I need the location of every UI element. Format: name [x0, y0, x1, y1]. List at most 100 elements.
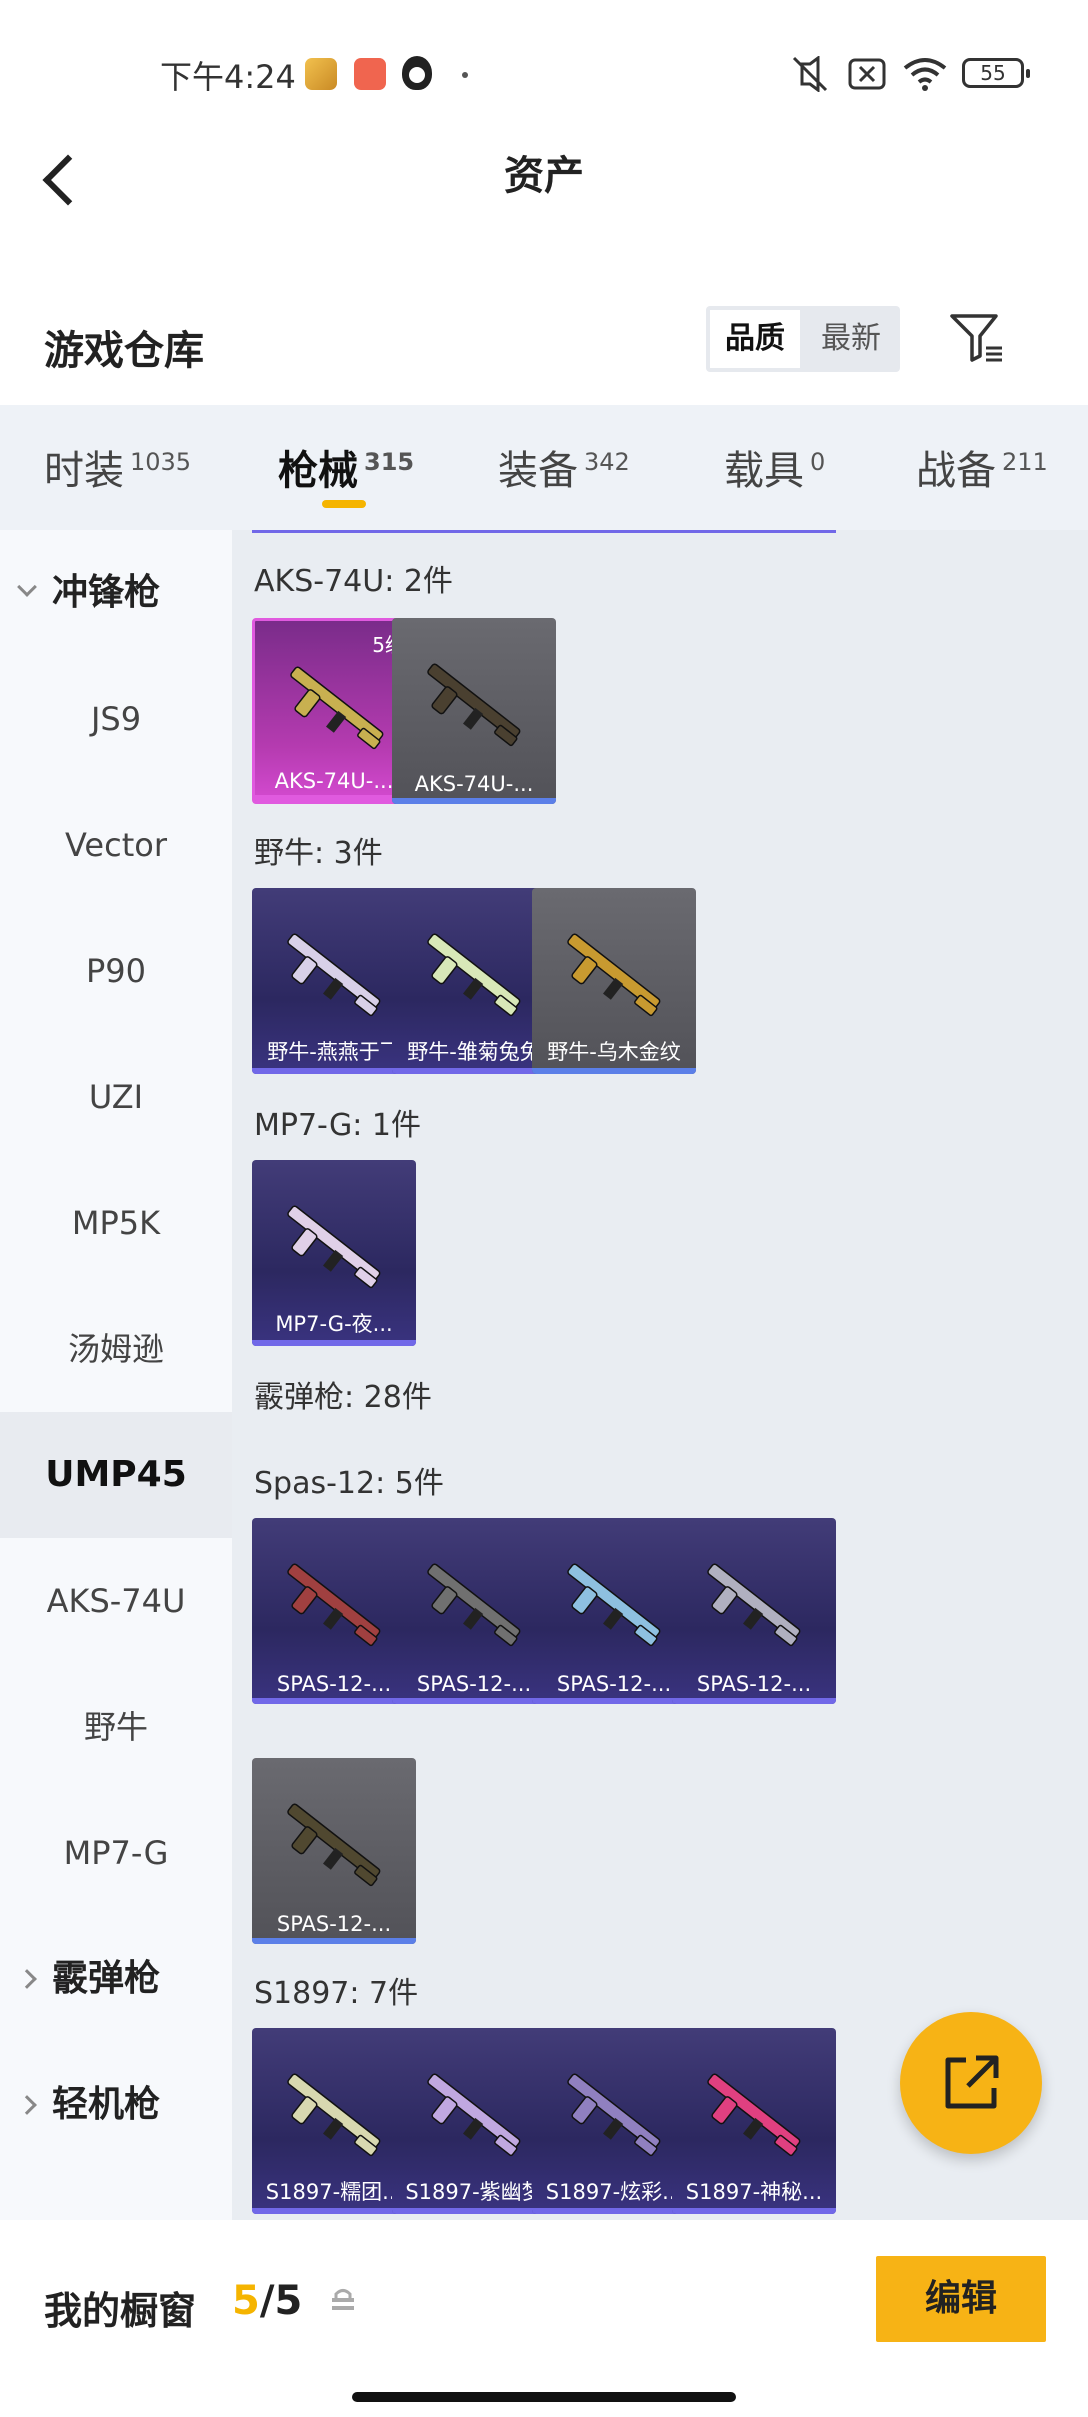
section-title: S1897: 7件	[254, 1976, 419, 2011]
weapon-name: MP7-G-夜...	[275, 1312, 393, 1336]
sidebar-item-label: 霰弹枪	[52, 1958, 161, 1999]
section-title: MP7-G: 1件	[254, 1108, 421, 1143]
card-edge	[672, 530, 836, 533]
rarity-bar	[672, 1698, 836, 1704]
weapon-sidebar: 冲锋枪 JS9 Vector P90 UZI MP5K 汤姆逊 UMP45 AKS-74U 野牛 M…	[0, 530, 232, 2220]
weapon-name: SPAS-12-...	[696, 1672, 812, 1696]
weapon-card[interactable]: AKS-74U-...	[392, 618, 556, 804]
sidebar-item[interactable]: MP5K	[0, 1160, 232, 1286]
weapon-name: AKS-74U-...	[274, 769, 394, 793]
section-title: 野牛: 3件	[254, 836, 383, 871]
filter-icon[interactable]	[948, 312, 1004, 364]
sidebar-item-label: JS9	[90, 700, 142, 738]
weapon-card[interactable]: 野牛-乌木金纹	[532, 888, 696, 1074]
wifi-icon	[903, 58, 947, 91]
sidebar-item-label: MP7-G	[63, 1834, 169, 1872]
section-title: 霰弹枪: 28件	[254, 1380, 432, 1415]
weapon-image	[287, 1803, 381, 1887]
tab-label: 装备	[498, 448, 578, 494]
external-link-icon	[945, 2055, 999, 2109]
weapon-image	[427, 2073, 521, 2157]
lock-icon	[332, 2289, 354, 2310]
active-tab-indicator	[322, 500, 366, 508]
page-title: 资产	[504, 153, 584, 199]
sidebar-item-label: 野牛	[83, 1708, 148, 1746]
tab-firearms[interactable]: 枪械 315	[278, 438, 414, 496]
rarity-bar	[252, 1938, 416, 1944]
tab-count: 0	[810, 448, 826, 476]
sort-newest-option[interactable]: 最新	[806, 310, 896, 368]
sidebar-item[interactable]: UMP45	[0, 1412, 232, 1538]
game-app-icon	[305, 58, 337, 90]
showcase-total: 5	[274, 2278, 303, 2324]
sort-quality-option[interactable]: 品质	[710, 310, 800, 368]
edit-button[interactable]: 编辑	[876, 2256, 1046, 2342]
home-indicator[interactable]	[352, 2392, 736, 2402]
share-button[interactable]	[900, 2012, 1042, 2154]
warehouse-title: 游戏仓库	[44, 328, 204, 374]
sidebar-group[interactable]: 霰弹枪	[0, 1916, 232, 2042]
sidebar-item[interactable]: P90	[0, 908, 232, 1034]
sidebar-item[interactable]: Vector	[0, 782, 232, 908]
weapon-image	[427, 663, 521, 747]
section-title: AKS-74U: 2件	[254, 564, 453, 599]
mute-icon	[792, 56, 828, 92]
tab-count: 342	[584, 448, 630, 476]
weapon-name: S1897-神秘...	[685, 2180, 823, 2204]
weapon-card[interactable]: MP7-G-夜...	[252, 1160, 416, 1346]
qq-icon	[402, 56, 432, 90]
tab-count: 1035	[130, 448, 192, 476]
section-title: Spas-12: 5件	[254, 1466, 444, 1501]
sidebar-item[interactable]: 野牛	[0, 1664, 232, 1790]
rarity-bar	[255, 795, 413, 801]
weapon-image	[290, 666, 384, 750]
rarity-bar	[252, 1340, 416, 1346]
tab-fashion[interactable]: 时装 1035	[44, 438, 191, 496]
weapon-card[interactable]: S1897-神秘...	[672, 2028, 836, 2214]
sidebar-item[interactable]: UZI	[0, 1034, 232, 1160]
showcase-current: 5	[232, 2278, 260, 2324]
weapon-image	[707, 2073, 801, 2157]
weapon-image	[287, 1563, 381, 1647]
rarity-bar	[392, 798, 556, 804]
sidebar-item-label: 轻机枪	[52, 2084, 161, 2125]
weapon-image	[287, 933, 381, 1017]
tab-label: 枪械	[278, 448, 358, 494]
showcase-count: 5/5	[232, 2278, 302, 2324]
weapon-image	[287, 2073, 381, 2157]
tab-equipment[interactable]: 装备 342	[498, 438, 630, 496]
sort-toggle: 品质 最新	[706, 306, 900, 372]
sidebar-item[interactable]: AKS-74U	[0, 1538, 232, 1664]
weapon-card[interactable]: SPAS-12-...	[252, 1758, 416, 1944]
weapon-image	[287, 1205, 381, 1289]
tab-label: 载具	[724, 448, 804, 494]
weapon-card[interactable]: SPAS-12-...	[672, 1518, 836, 1704]
sidebar-group[interactable]: 轻机枪	[0, 2042, 232, 2168]
sidebar-item[interactable]: 汤姆逊	[0, 1286, 232, 1412]
weapon-name: SPAS-12-...	[276, 1912, 392, 1936]
tab-count: 211	[1002, 448, 1048, 476]
weapon-name: 野牛-乌木金纹	[547, 1040, 681, 1064]
tab-vehicles[interactable]: 载具 0	[724, 438, 825, 496]
chevron-right-icon	[17, 2095, 37, 2115]
rarity-bar	[672, 2208, 836, 2214]
weapon-image	[567, 1563, 661, 1647]
showcase-label: 我的橱窗	[44, 2289, 197, 2333]
sidebar-item-label: P90	[85, 952, 146, 990]
sidebar-item-label: AKS-74U	[46, 1582, 186, 1620]
rarity-bar	[532, 1068, 696, 1074]
weapon-image	[427, 933, 521, 1017]
sidebar-item-label: 冲锋枪	[52, 572, 161, 613]
sidebar-item[interactable]: MP7-G	[0, 1790, 232, 1916]
sidebar-item-label: UZI	[88, 1078, 144, 1116]
status-time: 下午4:24	[160, 58, 296, 96]
sidebar-item[interactable]: JS9	[0, 656, 232, 782]
battery-icon: 55	[962, 58, 1030, 88]
tab-supplies[interactable]: 战备 211	[916, 438, 1048, 496]
weapon-image	[427, 1563, 521, 1647]
weapon-image	[567, 2073, 661, 2157]
sidebar-item-label: MP5K	[71, 1204, 161, 1242]
sidebar-group[interactable]: 冲锋枪	[0, 530, 232, 656]
chevron-right-icon	[17, 1969, 37, 1989]
weapon-image	[707, 1563, 801, 1647]
